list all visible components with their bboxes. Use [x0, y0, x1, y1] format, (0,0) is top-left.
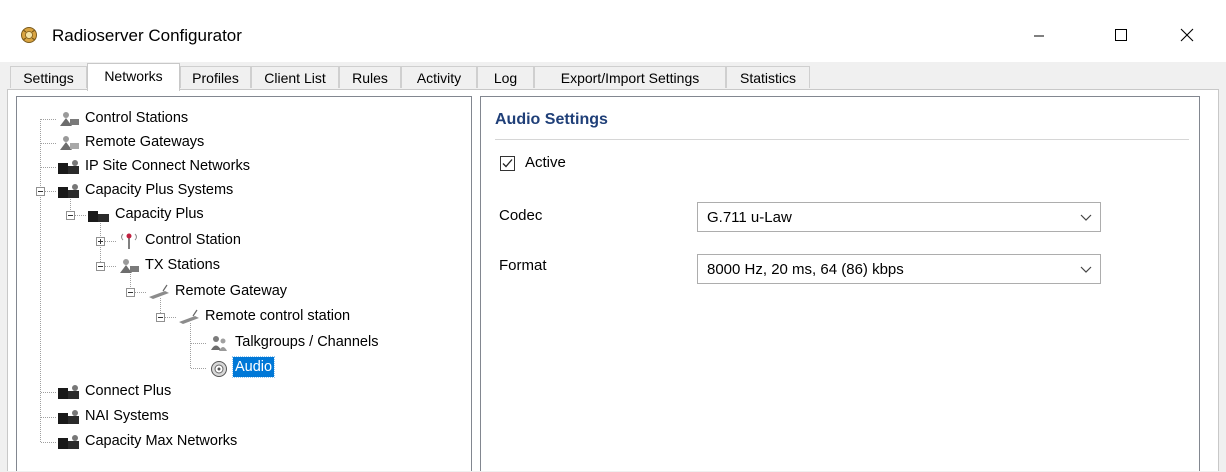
- chevron-down-icon: [1080, 266, 1092, 273]
- close-button[interactable]: [1164, 18, 1210, 52]
- expander-tx-stations[interactable]: [96, 262, 105, 271]
- window-title: Radioserver Configurator: [52, 26, 242, 45]
- network-icon: [58, 160, 79, 174]
- expander-capacity-plus-systems[interactable]: [36, 187, 45, 196]
- network-icon: [58, 435, 79, 449]
- network-icon: [58, 184, 79, 198]
- audio-settings-panel: Audio Settings Active Codec G.711 u-Law …: [480, 96, 1200, 471]
- network-tree[interactable]: Control Stations Remote Gateways IP Site…: [16, 96, 472, 471]
- format-label: Format: [499, 257, 547, 274]
- tab-settings[interactable]: Settings: [10, 66, 87, 88]
- close-icon: [1180, 28, 1194, 42]
- expander-remote-gateway[interactable]: [126, 288, 135, 297]
- chevron-down-icon: [1080, 214, 1092, 221]
- gateway-icon: [60, 136, 79, 150]
- talkgroup-icon: [211, 336, 227, 351]
- tab-client-list[interactable]: Client List: [251, 66, 339, 88]
- control-station-icon: [120, 259, 139, 273]
- expander-remote-control-station[interactable]: [156, 313, 165, 322]
- tab-statistics[interactable]: Statistics: [726, 66, 810, 88]
- tab-export-import-settings[interactable]: Export/Import Settings: [534, 66, 726, 88]
- active-label[interactable]: Active: [525, 154, 566, 171]
- expander-capacity-plus[interactable]: [66, 211, 75, 220]
- minimize-button[interactable]: [1016, 18, 1062, 52]
- speaker-icon: [211, 361, 227, 377]
- format-value: 8000 Hz, 20 ms, 64 (86) kbps: [707, 261, 904, 278]
- antenna-icon: [121, 233, 137, 249]
- tab-strip: Settings Networks Profiles Client List R…: [0, 62, 1226, 91]
- tab-networks[interactable]: Networks: [87, 63, 180, 91]
- section-title: Audio Settings: [495, 111, 608, 128]
- format-select[interactable]: 8000 Hz, 20 ms, 64 (86) kbps: [697, 254, 1101, 284]
- radio-icon: [179, 309, 199, 324]
- title-bar: Radioserver Configurator: [0, 0, 1226, 62]
- network-icon: [88, 211, 109, 222]
- control-station-icon: [60, 112, 79, 126]
- app-icon: [21, 27, 37, 43]
- maximize-icon: [1115, 29, 1127, 41]
- tab-activity[interactable]: Activity: [401, 66, 477, 88]
- network-icon: [58, 410, 79, 424]
- codec-label: Codec: [499, 207, 543, 224]
- maximize-button[interactable]: [1098, 18, 1144, 52]
- minimize-icon: [1034, 35, 1044, 37]
- codec-select[interactable]: G.711 u-Law: [697, 202, 1101, 232]
- tree-item-audio-label: Audio: [231, 356, 276, 378]
- active-checkbox[interactable]: [500, 156, 515, 171]
- tab-rules[interactable]: Rules: [339, 66, 401, 88]
- checkmark-icon: [502, 159, 513, 168]
- tab-profiles[interactable]: Profiles: [180, 66, 251, 88]
- codec-value: G.711 u-Law: [707, 209, 792, 226]
- section-divider: [495, 139, 1189, 140]
- network-icon: [58, 385, 79, 399]
- expander-control-station[interactable]: [96, 237, 105, 246]
- radio-icon: [149, 284, 169, 299]
- tab-log[interactable]: Log: [477, 66, 534, 88]
